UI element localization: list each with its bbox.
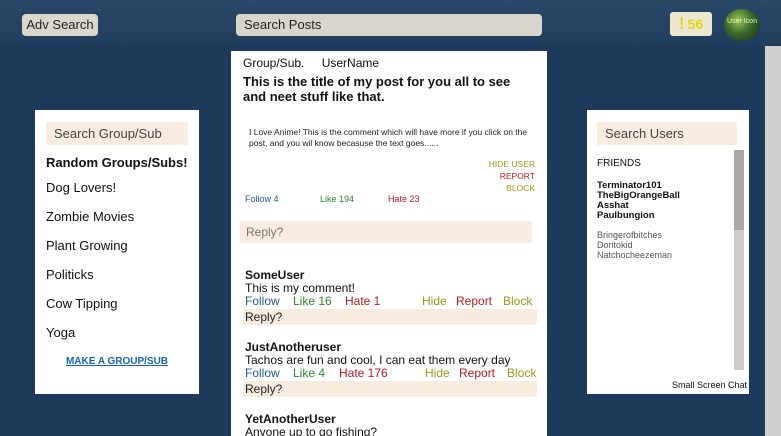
group-item[interactable]: Cow Tipping [46,296,188,325]
comment-follow-button[interactable]: Follow [245,295,280,308]
offline-friends-list: Bringerofbitches Doritokid Natchocheezem… [597,230,739,260]
search-posts-input[interactable]: Search Posts [236,14,542,36]
block-button[interactable]: BLOCK [243,182,535,194]
post-body[interactable]: I Love Anime! This is the comment which … [243,127,535,149]
groups-list: Dog Lovers! Zombie Movies Plant Growing … [46,180,188,354]
reply-input[interactable]: Reply? [240,221,532,243]
comment: YetAnotherUser Anyone up to go fishing? [245,413,537,436]
alert-icon: ! [678,14,685,33]
top-bar: Adv Search Search Posts ! 56 User Icon [0,0,781,46]
groups-panel: Search Group/Sub Random Groups/Subs! Dog… [35,110,199,394]
comment: SomeUser This is my comment! Follow Like… [243,269,537,325]
comment-reply-input[interactable]: Reply? [243,381,537,397]
page-scrollbar[interactable] [765,46,781,436]
small-screen-chat-link[interactable]: Small Screen Chat [672,380,747,390]
hide-user-button[interactable]: HIDE USER [243,158,535,170]
post-title[interactable]: This is the title of my post for you all… [243,74,535,104]
comment-hide-button[interactable]: Hide [425,367,450,380]
report-button[interactable]: REPORT [243,170,535,182]
notification-count: 56 [687,16,704,32]
comment-hide-button[interactable]: Hide [422,295,447,308]
users-panel: Search Users FRIENDS Terminator101 TheBi… [587,110,749,394]
notifications-button[interactable]: ! 56 [670,12,712,36]
make-group-link[interactable]: MAKE A GROUP/SUB [46,356,188,367]
comment-block-button[interactable]: Block [503,295,532,308]
comment-like-button[interactable]: Like 16 [293,295,332,308]
post-group[interactable]: Group/Sub. [243,56,304,70]
follow-button[interactable]: Follow 4 [245,194,279,204]
user-avatar[interactable]: User Icon [724,9,760,41]
post-username[interactable]: UserName [322,56,379,70]
post-mod-actions: HIDE USER REPORT BLOCK [243,158,535,194]
comment-actions: Follow Like 16 Hate 1 Hide Report Block [245,295,537,309]
comment-report-button[interactable]: Report [459,367,495,380]
post-meta: Group/Sub. UserName [243,56,535,70]
comment-reply-input[interactable]: Reply? [243,309,537,325]
comment-hate-button[interactable]: Hate 1 [345,295,380,308]
group-item[interactable]: Zombie Movies [46,209,188,238]
online-friends-list: Terminator101 TheBigOrangeBall Asshat Pa… [597,181,739,221]
friends-label: FRIENDS [597,158,641,169]
like-button[interactable]: Like 194 [320,194,354,204]
adv-search-button[interactable]: Adv Search [22,14,98,36]
search-users-input[interactable]: Search Users [597,122,737,145]
comment-follow-button[interactable]: Follow [245,367,280,380]
groups-heading: Random Groups/Subs! [46,155,188,170]
friends-scrollbar[interactable] [734,150,744,370]
comment-report-button[interactable]: Report [456,295,492,308]
group-item[interactable]: Plant Growing [46,238,188,267]
scroll-thumb[interactable] [734,150,744,230]
comment-like-button[interactable]: Like 4 [293,367,325,380]
comment-text: This is my comment! [245,281,356,295]
group-item[interactable]: Dog Lovers! [46,180,188,209]
friend-item[interactable]: Natchocheezeman [597,250,739,260]
comment-text: Anyone up to go fishing? [245,425,378,436]
comment-hate-button[interactable]: Hate 176 [339,367,388,380]
comment-block-button[interactable]: Block [507,367,536,380]
search-group-input[interactable]: Search Group/Sub [46,122,188,145]
post-feed: Group/Sub. UserName This is the title of… [231,51,547,436]
group-item[interactable]: Politicks [46,267,188,296]
friend-item[interactable]: Bringerofbitches [597,230,739,240]
friend-item[interactable]: Paulbungion [597,211,739,221]
friend-item[interactable]: Doritokid [597,240,739,250]
hate-button[interactable]: Hate 23 [388,194,420,204]
group-item[interactable]: Yoga [46,325,188,354]
comment: JustAnotheruser Tachos are fun and cool,… [243,341,537,397]
comment-actions: Follow Like 4 Hate 176 Hide Report Block [245,367,537,381]
